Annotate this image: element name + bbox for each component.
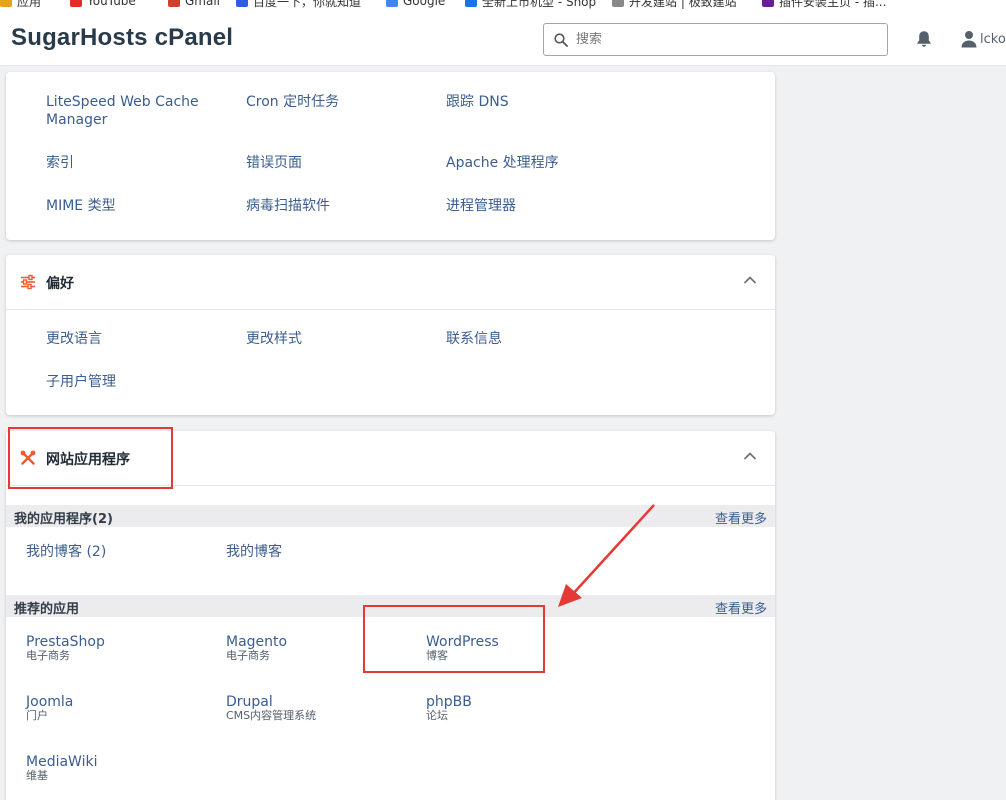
bookmark-apps[interactable]: 应用 — [0, 0, 41, 9]
notifications-button[interactable] — [916, 30, 932, 52]
featured-apps-view-more[interactable]: 查看更多 — [715, 598, 767, 617]
baidu-icon — [236, 0, 248, 7]
user-icon — [961, 31, 977, 48]
bookmark-youtube[interactable]: YouTube — [70, 0, 136, 8]
my-apps-bar: 我的应用程序(2) 查看更多 — [6, 505, 775, 527]
top-header: SugarHosts cPanel lckov — [0, 14, 1006, 66]
app-drupal[interactable]: Drupal CMS内容管理系统 — [226, 694, 316, 722]
app-phpbb[interactable]: phpBB 论坛 — [426, 694, 472, 722]
app-prestashop[interactable]: PrestaShop 电子商务 — [26, 634, 105, 662]
link-contact-info[interactable]: 联系信息 — [446, 330, 502, 348]
gmail-icon — [168, 0, 180, 7]
link-indexes[interactable]: 索引 — [46, 154, 74, 172]
link-change-style[interactable]: 更改样式 — [246, 330, 302, 348]
bookmark-google[interactable]: Google — [386, 0, 445, 8]
bookmarks-bar: 应用 YouTube Gmail 百度一下，你就知道 Google 全新上市机型… — [0, 0, 1006, 14]
app-category: 门户 — [26, 709, 48, 722]
panel-preferences: 偏好 更改语言 更改样式 联系信息 子用户管理 — [6, 255, 775, 415]
link-process-manager[interactable]: 进程管理器 — [446, 197, 516, 215]
link-virus-scanner[interactable]: 病毒扫描软件 — [246, 197, 330, 215]
app-name: MediaWiki — [26, 754, 98, 770]
bell-icon — [917, 31, 931, 47]
bookmark-gmail[interactable]: Gmail — [168, 0, 220, 8]
google-icon — [386, 0, 398, 7]
app-category: 电子商务 — [226, 649, 270, 662]
page-icon — [612, 0, 624, 7]
panel-advanced: LiteSpeed Web Cache Manager Cron 定时任务 跟踪… — [6, 72, 775, 240]
link-cron[interactable]: Cron 定时任务 — [246, 93, 339, 111]
link-subaccounts[interactable]: 子用户管理 — [46, 373, 116, 391]
link-apache-handlers[interactable]: Apache 处理程序 — [446, 154, 559, 172]
app-name: Joomla — [26, 694, 74, 710]
link-mime-types[interactable]: MIME 类型 — [46, 197, 116, 215]
app-category: CMS内容管理系统 — [226, 709, 317, 722]
app-name: Drupal — [226, 694, 273, 710]
bookmark-baidu[interactable]: 百度一下，你就知道 — [236, 0, 361, 9]
app-category: 论坛 — [426, 709, 448, 722]
sliders-icon — [21, 274, 35, 290]
app-category: 电子商务 — [26, 649, 70, 662]
featured-apps-title: 推荐的应用 — [14, 602, 80, 617]
brand-logo[interactable]: SugarHosts cPanel — [11, 24, 233, 52]
username: lckov — [980, 31, 1006, 47]
link-change-language[interactable]: 更改语言 — [46, 330, 102, 348]
app-name: Magento — [226, 634, 288, 650]
my-apps-view-more[interactable]: 查看更多 — [715, 508, 767, 527]
shop-icon — [465, 0, 477, 7]
link-litespeed[interactable]: LiteSpeed Web Cache Manager — [46, 93, 206, 129]
annotation-box-wordpress — [363, 605, 545, 673]
search-box[interactable] — [543, 23, 888, 56]
bookmark-site[interactable]: 开发建站 | 极致建站 — [612, 0, 737, 9]
bookmark-plugins[interactable]: 插件安装主页 - 插... — [762, 0, 886, 9]
link-my-blog[interactable]: 我的博客 — [226, 543, 282, 561]
user-menu[interactable]: lckov — [961, 30, 1006, 48]
chevron-up-icon[interactable] — [743, 451, 757, 461]
my-apps-title: 我的应用程序(2) — [14, 512, 113, 527]
app-category: 维基 — [26, 769, 48, 782]
annotation-box-webapps-title — [8, 427, 173, 489]
preferences-header[interactable]: 偏好 — [6, 255, 775, 310]
app-name: phpBB — [426, 694, 472, 710]
chevron-up-icon[interactable] — [743, 275, 757, 285]
search-input[interactable] — [576, 32, 866, 47]
plugin-icon — [762, 0, 774, 7]
link-error-pages[interactable]: 错误页面 — [246, 154, 302, 172]
youtube-icon — [70, 0, 82, 7]
app-name: PrestaShop — [26, 634, 105, 650]
app-magento[interactable]: Magento 电子商务 — [226, 634, 287, 662]
app-joomla[interactable]: Joomla 门户 — [26, 694, 73, 722]
app-mediawiki[interactable]: MediaWiki 维基 — [26, 754, 97, 782]
link-my-blog-2[interactable]: 我的博客 (2) — [26, 543, 106, 561]
bookmark-shop[interactable]: 全新上市机型 - Shop — [465, 0, 596, 9]
link-track-dns[interactable]: 跟踪 DNS — [446, 93, 509, 111]
preferences-title: 偏好 — [46, 276, 74, 292]
search-icon — [554, 32, 568, 47]
apps-icon — [0, 0, 12, 7]
